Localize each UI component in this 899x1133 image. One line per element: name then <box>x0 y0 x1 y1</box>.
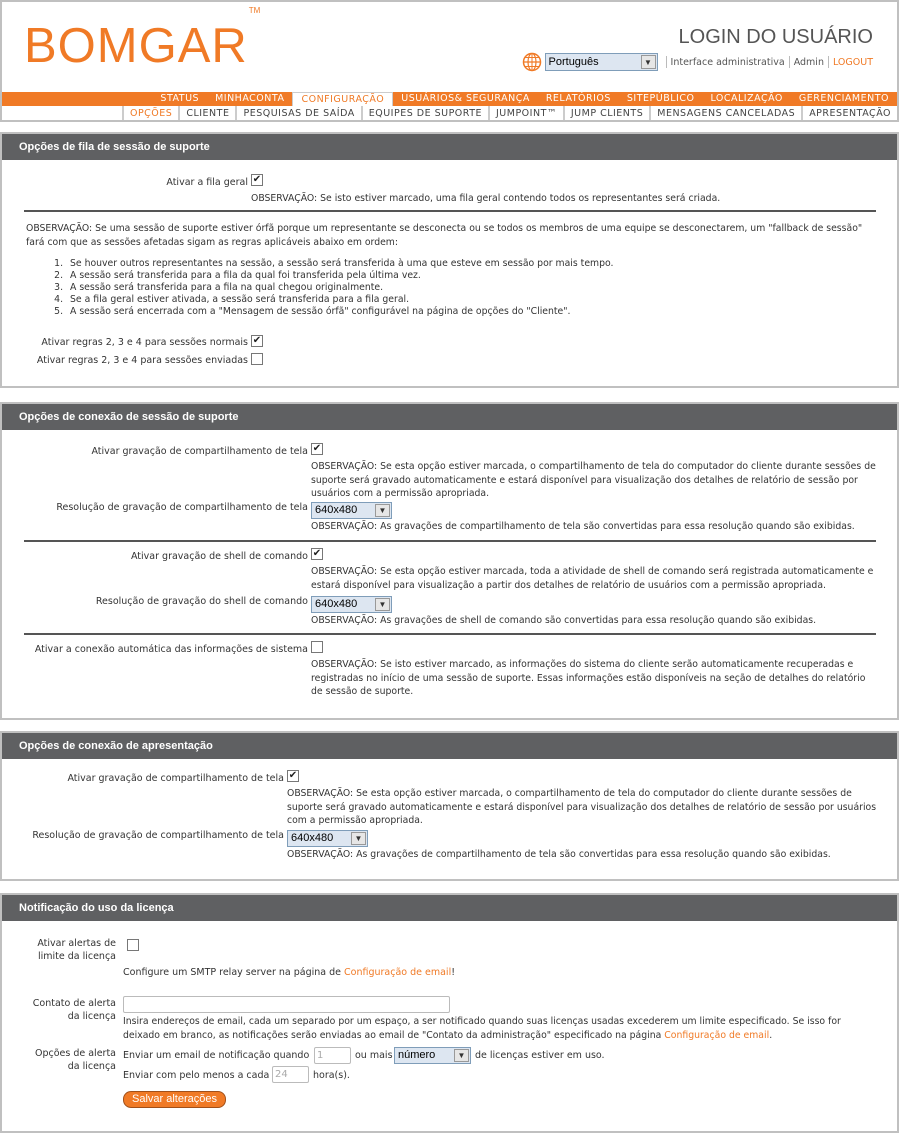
primary-nav: STATUS MINHACONTA CONFIGURAÇÃO USUÁRIOS&… <box>2 92 897 106</box>
section-title: Opções de fila de sessão de suporte <box>2 134 897 160</box>
language-select[interactable]: Português ▼ <box>544 53 658 71</box>
subnav-options[interactable]: OPÇÕES <box>121 106 178 120</box>
screen-res-note: OBSERVAÇÃO: As gravações de compartilham… <box>311 521 855 532</box>
chevron-down-icon: ▼ <box>640 55 656 69</box>
general-queue-note: OBSERVAÇÃO: Se isto estiver marcado, uma… <box>251 193 721 204</box>
send-every-label: Enviar com pelo menos a cada <box>123 1070 270 1081</box>
pres-screen-rec-checkbox[interactable]: ✔ <box>287 770 299 782</box>
email-config-link[interactable]: Configuração de email <box>344 967 451 978</box>
chevron-down-icon: ▼ <box>375 504 390 517</box>
hours-input[interactable]: 24 <box>272 1066 309 1083</box>
rules-normal-checkbox[interactable]: ✔ <box>251 335 263 347</box>
options-label: Opções de alerta da licença <box>34 1048 116 1072</box>
subnav-jumpoint[interactable]: JUMPOINT™ <box>488 106 563 120</box>
globe-icon <box>522 52 541 72</box>
subnav-canned-messages[interactable]: MENSAGENS CANCELADAS <box>649 106 801 120</box>
session-connection-section: Opções de conexão de sessão de suporte A… <box>0 402 899 720</box>
screen-res-select[interactable]: 640x480 ▼ <box>311 502 392 519</box>
admin-interface-link[interactable]: Interface administrativa <box>671 57 785 68</box>
pres-screen-rec-label: Ativar gravação de compartilhamento de t… <box>67 773 284 784</box>
secondary-nav: OPÇÕES CLIENTE PESQUISAS DE SAÍDA EQUIPE… <box>2 106 897 122</box>
divider <box>24 210 876 212</box>
license-notification-section: Notificação do uso da licença Ativar ale… <box>0 893 899 1133</box>
presentation-connection-section: Opções de conexão de apresentação Ativar… <box>0 731 899 881</box>
rules-pushed-checkbox[interactable] <box>251 353 263 365</box>
rule-item: A sessão será transferida para a fila da… <box>66 270 614 282</box>
queue-options-section: Opções de fila de sessão de suporte Ativ… <box>0 132 899 388</box>
screen-rec-checkbox[interactable]: ✔ <box>311 443 323 455</box>
contact-note: Insira endereços de email, cada um separ… <box>123 1016 841 1041</box>
fallback-rules-list: Se houver outros representantes na sessã… <box>52 258 614 318</box>
chevron-down-icon: ▼ <box>351 832 366 845</box>
sysinfo-label: Ativar a conexão automática das informaç… <box>34 644 308 655</box>
shell-res-note: OBSERVAÇÃO: As gravações de shell de com… <box>311 615 817 626</box>
shell-rec-note: OBSERVAÇÃO: Se esta opção estiver marcad… <box>311 566 874 591</box>
section-title: Notificação do uso da licença <box>2 895 897 921</box>
rules-normal-label: Ativar regras 2, 3 e 4 para sessões norm… <box>41 337 248 348</box>
subnav-jump-clients[interactable]: JUMP CLIENTS <box>562 106 649 120</box>
user-name: Admin <box>793 56 824 68</box>
nav-reports[interactable]: RELATÓRIOS <box>538 92 619 106</box>
general-queue-checkbox[interactable]: ✔ <box>251 174 263 186</box>
hours-unit-label: hora(s). <box>313 1070 350 1081</box>
screen-rec-note: OBSERVAÇÃO: Se esta opção estiver marcad… <box>311 461 876 499</box>
screen-res-label: Resolução de gravação de compartilhament… <box>56 502 308 513</box>
general-queue-label: Ativar a fila geral <box>166 177 248 188</box>
bomgar-logo: BOMGARTM <box>24 5 261 73</box>
sysinfo-note: OBSERVAÇÃO: Se isto estiver marcado, as … <box>311 659 866 697</box>
smtp-note: Configure um SMTP relay server na página… <box>123 967 456 978</box>
or-more-label: ou mais <box>355 1050 393 1061</box>
subnav-client[interactable]: CLIENTE <box>178 106 235 120</box>
divider <box>788 56 790 68</box>
user-toolbar: Português ▼ Interface administrativa Admi… <box>522 52 873 72</box>
rule-item: Se a fila geral estiver ativada, a sessã… <box>66 294 614 306</box>
contact-email-input[interactable] <box>123 996 450 1013</box>
rule-item: A sessão será transferida para a fila na… <box>66 282 614 294</box>
alerts-label: Ativar alertas de limite da licença <box>37 938 116 962</box>
divider <box>665 56 667 68</box>
nav-public-site[interactable]: SITEPÚBLICO <box>619 92 703 106</box>
rules-pushed-label: Ativar regras 2, 3 e 4 para sessões envi… <box>36 355 248 366</box>
subnav-support-teams[interactable]: EQUIPES DE SUPORTE <box>360 106 488 120</box>
nav-management[interactable]: GERENCIAMENTO <box>791 92 897 106</box>
shell-res-label: Resolução de gravação do shell de comand… <box>95 596 308 607</box>
alerts-checkbox[interactable] <box>127 939 139 951</box>
save-changes-button[interactable]: Salvar alterações <box>123 1091 226 1108</box>
pres-screen-rec-note: OBSERVAÇÃO: Se esta opção estiver marcad… <box>287 788 877 826</box>
sysinfo-checkbox[interactable] <box>311 641 323 653</box>
nav-localization[interactable]: LOCALIZAÇÃO <box>702 92 790 106</box>
shell-res-select[interactable]: 640x480 ▼ <box>311 596 392 613</box>
unit-select[interactable]: número ▼ <box>394 1047 471 1064</box>
pres-screen-res-note: OBSERVAÇÃO: As gravações de compartilham… <box>287 849 831 860</box>
nav-users-security[interactable]: USUÁRIOS& SEGURANÇA <box>393 92 538 106</box>
rule-item: Se houver outros representantes na sessã… <box>66 258 614 270</box>
nav-configuration[interactable]: CONFIGURAÇÃO <box>292 92 394 106</box>
section-title: Opções de conexão de sessão de suporte <box>2 404 897 430</box>
licenses-in-use-label: de licenças estiver em uso. <box>475 1050 605 1061</box>
nav-status[interactable]: STATUS <box>152 92 207 106</box>
section-title: Opções de conexão de apresentação <box>2 733 897 759</box>
threshold-input[interactable]: 1 <box>314 1047 351 1064</box>
pres-screen-res-select[interactable]: 640x480 ▼ <box>287 830 368 847</box>
chevron-down-icon: ▼ <box>454 1049 469 1062</box>
email-config-link[interactable]: Configuração de email <box>664 1030 769 1041</box>
divider <box>24 633 876 635</box>
shell-rec-label: Ativar gravação de shell de comando <box>130 551 308 562</box>
screen-rec-label: Ativar gravação de compartilhamento de t… <box>91 446 308 457</box>
subnav-presentation[interactable]: APRESENTAÇÃO <box>801 106 897 120</box>
divider <box>24 540 876 542</box>
page-title: LOGIN DO USUÁRIO <box>678 26 873 48</box>
logout-link[interactable]: LOGOUT <box>833 57 873 68</box>
pres-screen-res-label: Resolução de gravação de compartilhament… <box>32 830 284 841</box>
contact-label: Contato de alerta da licença <box>32 998 116 1022</box>
nav-my-account[interactable]: MINHACONTA <box>207 92 292 106</box>
shell-rec-checkbox[interactable]: ✔ <box>311 548 323 560</box>
send-when-label: Enviar um email de notificação quando <box>123 1050 310 1061</box>
subnav-exit-surveys[interactable]: PESQUISAS DE SAÍDA <box>235 106 360 120</box>
rule-item: A sessão será encerrada com a "Mensagem … <box>66 306 614 318</box>
fallback-note: OBSERVAÇÃO: Se uma sessão de suporte est… <box>26 223 863 248</box>
chevron-down-icon: ▼ <box>375 598 390 611</box>
divider <box>827 56 829 68</box>
